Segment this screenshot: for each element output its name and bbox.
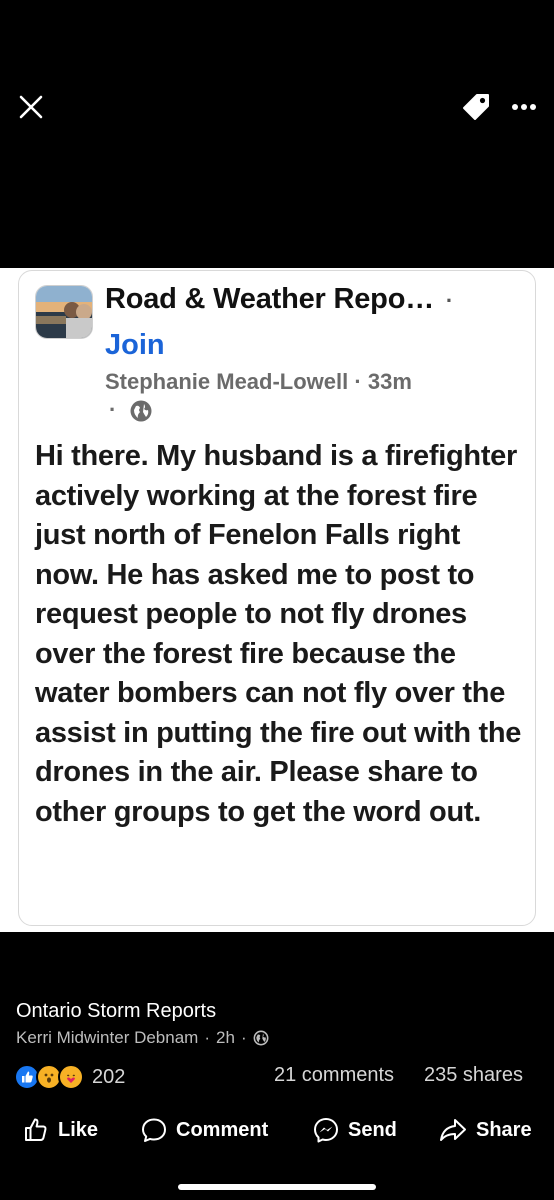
poster-meta: Kerri Midwinter Debnam · 2h · (16, 1028, 269, 1048)
meta-dot: · (204, 1028, 211, 1047)
page-name[interactable]: Ontario Storm Reports (16, 1000, 216, 1023)
post-card: Road & Weather Repo… · Join Stephanie Me… (18, 270, 536, 926)
send-label: Send (348, 1118, 397, 1141)
comments-count[interactable]: 21 comments (274, 1064, 394, 1087)
post-body: Hi there. My husband is a firefighter ac… (35, 440, 522, 828)
post-time[interactable]: 33m (368, 369, 412, 394)
messenger-icon (314, 1118, 338, 1143)
comment-button[interactable]: Comment (140, 1116, 268, 1144)
author-line: Stephanie Mead-Lowell · 33m (105, 369, 412, 395)
like-icon (25, 1118, 47, 1141)
group-avatar[interactable] (35, 285, 93, 339)
like-label: Like (58, 1118, 99, 1141)
send-button[interactable]: Send (312, 1116, 397, 1144)
meta-separator: · (354, 369, 362, 394)
poster-name[interactable]: Kerri Midwinter Debnam (16, 1028, 198, 1048)
tag-icon (463, 94, 489, 120)
close-icon (19, 95, 43, 119)
close-button[interactable] (14, 92, 48, 122)
reaction-summary[interactable]: 202 (14, 1064, 125, 1090)
join-button[interactable]: Join (105, 329, 165, 362)
care-reaction-icon (58, 1064, 84, 1090)
globe-icon (130, 400, 152, 422)
group-name-separator: · (445, 288, 454, 313)
meta-dot-2: · (240, 1028, 247, 1047)
globe-icon (253, 1030, 269, 1046)
share-label: Share (476, 1118, 532, 1141)
home-indicator[interactable] (178, 1184, 376, 1190)
more-icon (512, 104, 536, 110)
share-icon (440, 1119, 466, 1141)
reaction-count: 202 (92, 1065, 126, 1088)
group-name[interactable]: Road & Weather Repo… · (105, 283, 453, 316)
like-button[interactable]: Like (22, 1116, 98, 1144)
more-button[interactable] (508, 92, 540, 122)
group-name-text: Road & Weather Repo… (105, 283, 435, 315)
post-age[interactable]: 2h (216, 1028, 235, 1048)
shares-count[interactable]: 235 shares (424, 1064, 523, 1087)
group-avatar-image (36, 286, 92, 338)
tag-button[interactable] (458, 90, 494, 124)
privacy-separator: · (109, 397, 117, 422)
author-name[interactable]: Stephanie Mead-Lowell (105, 369, 348, 394)
viewer-header (0, 0, 554, 268)
comment-icon (142, 1118, 166, 1142)
comment-label: Comment (176, 1118, 269, 1141)
share-button[interactable]: Share (438, 1116, 532, 1144)
